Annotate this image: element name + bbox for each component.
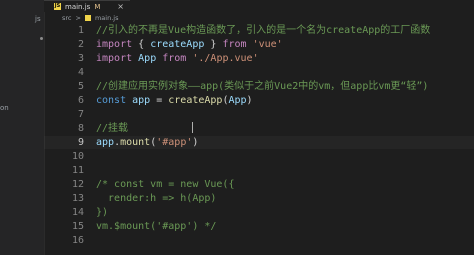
code-line[interactable]: 11	[44, 164, 474, 177]
line-number: 11	[71, 165, 84, 176]
code-token: {	[132, 39, 151, 50]
code-text: /* const vm = new Vue({	[96, 178, 234, 191]
code-token: import	[96, 39, 133, 50]
code-token: /* const vm = new Vue({	[96, 179, 235, 190]
code-line[interactable]: 1 //引入的不再是Vue构造函数了，引入的是一个名为createApp的工厂函数	[44, 24, 474, 37]
code-token: './App.vue'	[192, 53, 259, 64]
tab-modified-indicator: M	[94, 2, 101, 11]
code-token: createApp	[150, 39, 205, 50]
code-text: app.mount('#app')	[96, 136, 198, 149]
code-token: import	[96, 53, 133, 64]
tab-close-icon[interactable]: ×	[117, 2, 124, 11]
line-number: 13	[71, 193, 84, 204]
code-token: app	[132, 95, 151, 106]
code-token: render:h => h(App)	[96, 193, 217, 204]
code-line[interactable]: 2 import { createApp } from 'vue'	[44, 38, 474, 51]
line-number: 10	[71, 151, 84, 162]
code-text: import { createApp } from 'vue'	[96, 38, 283, 51]
code-text: import App from './App.vue'	[96, 52, 259, 65]
code-token: )	[246, 95, 253, 106]
code-token: const	[96, 95, 127, 106]
line-number: 14	[71, 207, 84, 218]
line-number: 3	[77, 53, 84, 64]
code-line[interactable]: 7	[44, 108, 474, 121]
code-line[interactable]: 4	[44, 66, 474, 79]
code-line[interactable]: 6 const app = createApp(App)	[44, 94, 474, 107]
line-number: 6	[77, 95, 84, 106]
line-number: 1	[77, 25, 84, 36]
code-text: //挂载	[96, 122, 128, 135]
code-text: //创建应用实例对象——app(类似于之前Vue2中的vm，但app比vm更“轻…	[96, 80, 428, 93]
code-token: 'vue'	[252, 39, 283, 50]
code-token: //挂载	[96, 123, 129, 134]
line-number: 5	[77, 81, 84, 92]
code-line[interactable]: 8 //挂载	[44, 122, 474, 135]
code-text: const app = createApp(App)	[96, 94, 253, 107]
code-token: App	[228, 95, 247, 106]
code-line[interactable]: 10	[44, 150, 474, 163]
code-token: )	[192, 137, 199, 148]
js-file-icon	[84, 15, 91, 21]
breadcrumb-file[interactable]: main.js	[95, 14, 119, 22]
modified-dot-icon	[40, 37, 43, 40]
code-token: vm.$mount('#app') */	[96, 221, 217, 232]
code-line[interactable]: 5 //创建应用实例对象——app(类似于之前Vue2中的vm，但app比vm更“…	[44, 80, 474, 93]
code-token: '#app'	[156, 137, 193, 148]
code-text: render:h => h(App)	[96, 192, 216, 205]
line-number: 7	[77, 109, 84, 120]
code-text: //引入的不再是Vue构造函数了，引入的是一个名为createApp的工厂函数	[96, 24, 430, 37]
code-token: from	[222, 39, 247, 50]
sidebar-text-fragment: on	[0, 104, 9, 112]
code-editor[interactable]: 1 //引入的不再是Vue构造函数了，引入的是一个名为createApp的工厂函数…	[44, 24, 474, 255]
code-token: mount	[120, 137, 151, 148]
code-text: vm.$mount('#app') */	[96, 220, 216, 233]
breadcrumb-separator: >	[75, 14, 81, 22]
code-token: //创建应用实例对象——app(类似于之前Vue2中的vm，但app比vm更“轻…	[96, 81, 429, 92]
code-token: }	[204, 39, 223, 50]
code-token: =	[150, 95, 169, 106]
tab-filename: main.js	[65, 2, 91, 11]
code-token: //引入的不再是Vue构造函数了，引入的是一个名为createApp的工厂函数	[96, 25, 431, 36]
breadcrumb-folder[interactable]: src	[62, 14, 72, 22]
line-number: 12	[71, 179, 84, 190]
line-number: 8	[77, 123, 84, 134]
code-line[interactable]: 13 render:h => h(App)	[44, 192, 474, 205]
code-line[interactable]: 12 /* const vm = new Vue({	[44, 178, 474, 191]
explorer-sidebar: js on	[0, 0, 45, 255]
code-text: })	[96, 206, 108, 219]
text-cursor	[192, 122, 193, 133]
code-line[interactable]: 3 import App from './App.vue'	[44, 52, 474, 65]
code-token: from	[162, 53, 187, 64]
code-line[interactable]: 9 app.mount('#app')	[44, 136, 474, 149]
code-line[interactable]: 16	[44, 234, 474, 247]
code-token: })	[96, 207, 109, 218]
line-number: 9	[77, 137, 84, 148]
js-file-icon: JS	[54, 3, 61, 10]
code-token: App	[138, 53, 157, 64]
code-line[interactable]: 14})	[44, 206, 474, 219]
line-number: 16	[71, 235, 84, 246]
sidebar-text-fragment: js	[35, 15, 41, 23]
line-number: 4	[77, 67, 84, 78]
line-number: 2	[77, 39, 84, 50]
line-number: 15	[71, 221, 84, 232]
code-token: app	[96, 137, 115, 148]
code-token: createApp	[168, 95, 223, 106]
breadcrumb: src > main.js	[62, 13, 118, 23]
tab-main-js[interactable]: JS main.js M ×	[44, 0, 130, 12]
code-line[interactable]: 15 vm.$mount('#app') */	[44, 220, 474, 233]
